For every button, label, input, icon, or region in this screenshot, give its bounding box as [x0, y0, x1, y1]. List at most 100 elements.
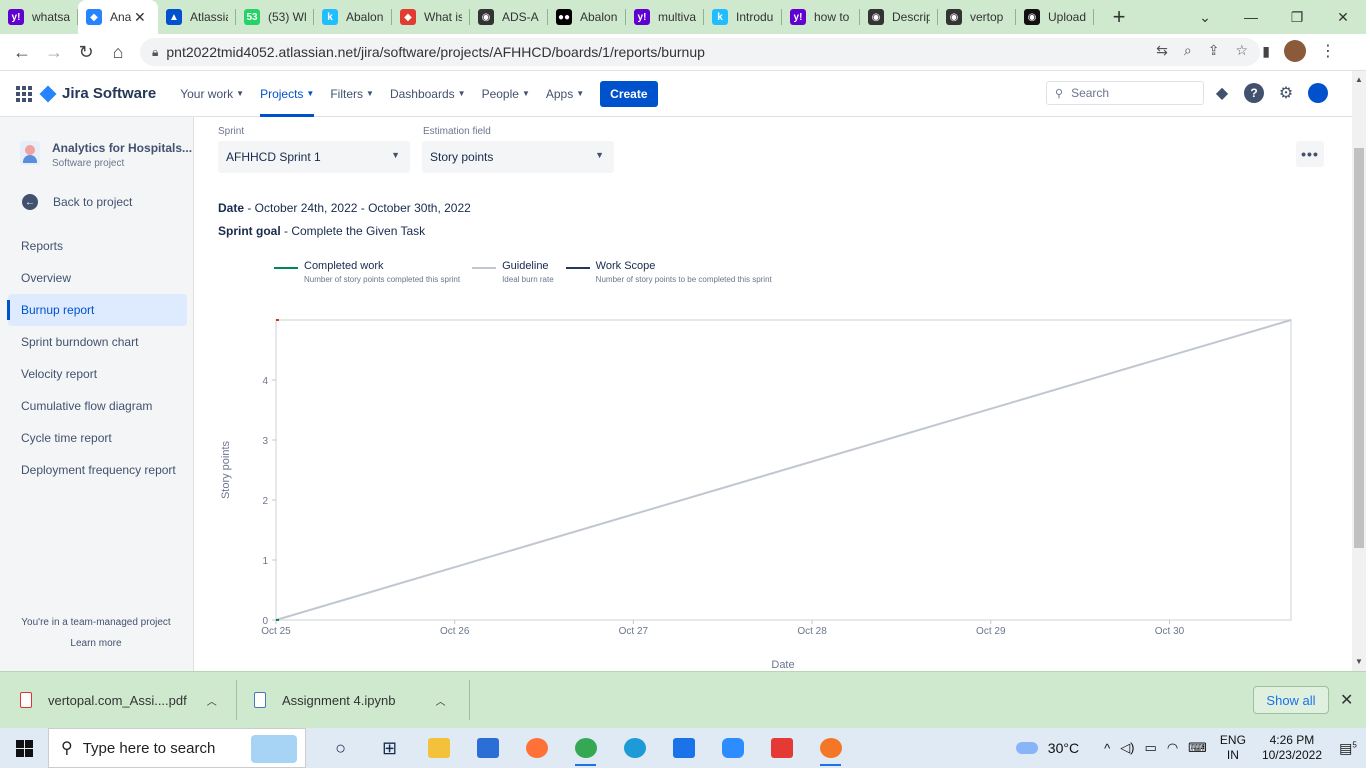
input-language[interactable]: ENG IN: [1220, 733, 1246, 763]
browser-tab[interactable]: ◆ Ana ✕: [78, 0, 158, 34]
sidebar-report-item[interactable]: Overview: [8, 262, 187, 294]
browser-tab[interactable]: y! how to: [782, 0, 860, 34]
browser-tab[interactable]: ▲ Atlassia: [158, 0, 236, 34]
cloud-icon: [1015, 742, 1038, 754]
plot-area-frame: [275, 319, 1292, 621]
browser-tab[interactable]: ◉ Upload: [1016, 0, 1094, 34]
store-icon[interactable]: [463, 728, 512, 768]
tab-search-chevron-icon[interactable]: ⌄: [1182, 9, 1228, 26]
scroll-down-arrow-icon[interactable]: ▼: [1355, 657, 1363, 666]
new-tab-plus-icon[interactable]: +: [1102, 0, 1136, 34]
minimize-button[interactable]: —: [1228, 9, 1274, 25]
create-button[interactable]: Create: [600, 80, 658, 107]
browser-tab[interactable]: k Abalon: [314, 0, 392, 34]
url-field[interactable]: 🔒︎ pnt2022tmid4052.atlassian.net/jira/so…: [140, 38, 1260, 66]
share-icon[interactable]: ⇪: [1208, 42, 1220, 59]
chevron-up-icon[interactable]: ^: [1104, 741, 1110, 756]
learn-more-link[interactable]: Learn more: [0, 638, 192, 649]
profile-avatar[interactable]: [1284, 40, 1306, 62]
browser-tab[interactable]: ◆ What is: [392, 0, 470, 34]
browser-tab-strip: y! whatsa ◆ Ana ✕ ▲ Atlassia 53 (53) Wl k Abalon ◆ W…: [0, 0, 1366, 34]
help-icon[interactable]: ?: [1244, 83, 1264, 103]
start-button[interactable]: [0, 728, 48, 768]
top-menu-item[interactable]: Your work ▼: [172, 71, 252, 117]
top-menu-item[interactable]: Dashboards ▼: [382, 71, 474, 117]
sidebar-report-item[interactable]: Velocity report: [8, 358, 187, 390]
browser-tab[interactable]: ◉ vertop: [938, 0, 1016, 34]
restore-button[interactable]: ❐: [1274, 9, 1320, 26]
estimation-select[interactable]: Story points ▼: [422, 141, 614, 173]
back-to-project-link[interactable]: ← Back to project: [22, 194, 132, 210]
task-view-icon[interactable]: ⊞: [365, 728, 414, 768]
download-item-ipynb[interactable]: Assignment 4.ipynb ︿: [254, 680, 445, 720]
sidebar-report-item[interactable]: Deployment frequency report: [8, 454, 187, 486]
browser-tab[interactable]: ◉ Descrip: [860, 0, 938, 34]
browser-tab[interactable]: 53 (53) Wl: [236, 0, 314, 34]
browser-tab[interactable]: k Introdu: [704, 0, 782, 34]
reload-icon[interactable]: ↻: [70, 36, 102, 68]
battery-icon[interactable]: ▭: [1145, 740, 1157, 756]
page-scrollbar[interactable]: ▲ ▼: [1352, 71, 1366, 671]
home-icon[interactable]: ⌂: [102, 36, 134, 68]
close-window-button[interactable]: ✕: [1320, 9, 1366, 26]
top-menu-item[interactable]: Projects ▼: [252, 71, 322, 117]
clock[interactable]: 4:26 PM 10/23/2022: [1262, 733, 1322, 763]
sprint-select[interactable]: AFHHCD Sprint 1 ▼: [218, 141, 410, 173]
scroll-up-arrow-icon[interactable]: ▲: [1355, 75, 1363, 84]
back-arrow-icon[interactable]: ←: [6, 36, 38, 68]
browser-tab[interactable]: ●● Abalon: [548, 0, 626, 34]
top-menu-item[interactable]: People ▼: [474, 71, 538, 117]
scrollbar-thumb[interactable]: [1354, 148, 1364, 548]
close-tab-icon[interactable]: ✕: [134, 9, 146, 26]
weather-widget[interactable]: 30°C: [1015, 740, 1079, 756]
notification-center-icon[interactable]: ▤5: [1330, 740, 1366, 757]
show-all-downloads-button[interactable]: Show all: [1253, 686, 1329, 714]
zoom-icon[interactable]: ⌕: [1184, 42, 1192, 59]
edge-icon[interactable]: [610, 728, 659, 768]
app-switcher-icon[interactable]: [16, 85, 32, 102]
chevron-up-icon[interactable]: ︿: [435, 693, 445, 708]
wifi-icon[interactable]: ◠: [1167, 740, 1178, 756]
top-menu-item[interactable]: Filters ▼: [322, 71, 382, 117]
user-avatar-icon[interactable]: [1308, 83, 1328, 103]
translate-icon[interactable]: ⇆: [1156, 42, 1168, 59]
legend-item[interactable]: Completed work Number of story points com…: [274, 260, 460, 284]
bookmark-star-icon[interactable]: ☆: [1235, 42, 1248, 59]
taskbar-search-input[interactable]: ⚲ Type here to search: [48, 728, 306, 768]
jira-logo[interactable]: Jira Software: [39, 85, 156, 102]
settings-gear-icon[interactable]: ⚙: [1276, 83, 1296, 103]
sidebar-report-item[interactable]: Cumulative flow diagram: [8, 390, 187, 422]
mail-icon[interactable]: [659, 728, 708, 768]
notifications-bell-icon[interactable]: ◆: [1212, 83, 1232, 103]
project-header[interactable]: Analytics for Hospitals... Software proj…: [20, 141, 192, 169]
search-icon: ⚲: [61, 740, 73, 757]
jupyter-icon[interactable]: [806, 728, 855, 768]
y-tick-label: 1: [262, 556, 268, 567]
browser-menu-icon[interactable]: ⋮: [1320, 41, 1336, 61]
chrome-icon[interactable]: [561, 728, 610, 768]
close-downloads-bar-icon[interactable]: ✕: [1340, 690, 1353, 710]
file-explorer-icon[interactable]: [414, 728, 463, 768]
forward-arrow-icon[interactable]: →: [38, 36, 70, 68]
legend-item[interactable]: Work Scope Number of story points to be c…: [565, 260, 772, 284]
zoom-app-icon[interactable]: [708, 728, 757, 768]
tab-title: What is: [424, 10, 462, 24]
more-actions-button[interactable]: •••: [1296, 141, 1324, 167]
sidebar-report-item[interactable]: Sprint burndown chart: [8, 326, 187, 358]
chevron-up-icon[interactable]: ︿: [207, 693, 217, 708]
keyboard-icon[interactable]: ⌨: [1188, 740, 1207, 756]
firefox-icon[interactable]: [512, 728, 561, 768]
cortana-icon[interactable]: ○: [316, 728, 365, 768]
browser-tab[interactable]: y! whatsa: [0, 0, 78, 34]
volume-icon[interactable]: ◁): [1120, 740, 1134, 756]
wps-office-icon[interactable]: [757, 728, 806, 768]
top-menu-item[interactable]: Apps ▼: [538, 71, 592, 117]
browser-tab[interactable]: y! multiva: [626, 0, 704, 34]
side-panel-icon[interactable]: ▮: [1262, 43, 1270, 60]
download-item-pdf[interactable]: vertopal.com_Assi....pdf ︿: [20, 680, 217, 720]
legend-item[interactable]: Guideline Ideal burn rate: [472, 260, 554, 284]
search-input[interactable]: ⚲ Search: [1046, 81, 1204, 105]
sidebar-report-item[interactable]: Cycle time report: [8, 422, 187, 454]
browser-tab[interactable]: ◉ ADS-A: [470, 0, 548, 34]
sidebar-report-item[interactable]: Burnup report: [7, 294, 187, 326]
